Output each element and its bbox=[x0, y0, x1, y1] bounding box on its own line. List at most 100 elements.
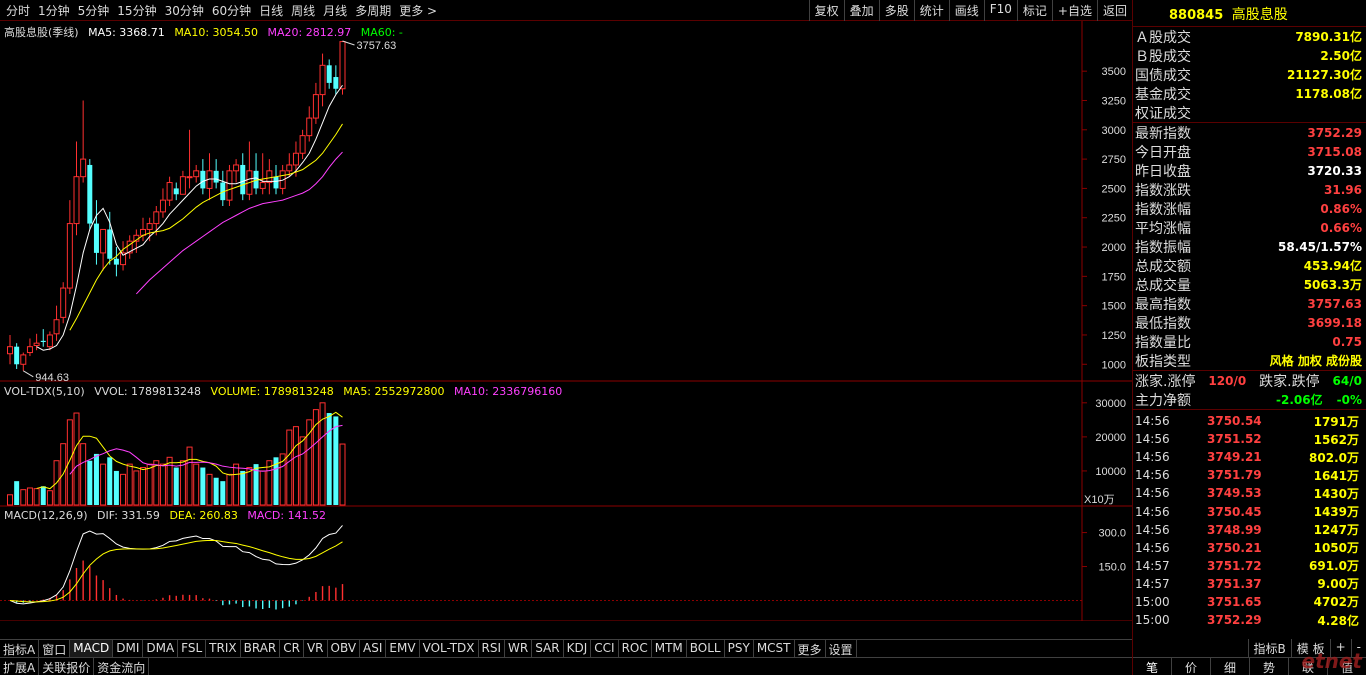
period-tab-1[interactable]: 1分钟 bbox=[34, 2, 74, 19]
indicator-tab-窗口[interactable]: 窗口 bbox=[39, 640, 71, 658]
candle-body bbox=[153, 211, 160, 225]
volume-bar bbox=[126, 463, 133, 506]
chart-area[interactable]: 3500 3250 3000 2750 2500 2250 2000 1750 1500 1250… bbox=[0, 21, 1132, 621]
volume-bar bbox=[166, 456, 173, 506]
tool-7[interactable]: +自选 bbox=[1051, 0, 1097, 21]
period-tab-10[interactable]: 更多 > bbox=[395, 2, 441, 19]
panel-tab-3[interactable]: 势 bbox=[1250, 658, 1289, 675]
period-tab-0[interactable]: 分时 bbox=[2, 2, 34, 19]
tool-5[interactable]: F10 bbox=[983, 0, 1017, 21]
price-tick-label: 2500 bbox=[1102, 183, 1126, 195]
volume-bar bbox=[73, 412, 80, 506]
candle-body bbox=[240, 164, 246, 195]
tool-8[interactable]: 返回 bbox=[1096, 0, 1132, 21]
price-tick-label: 3000 bbox=[1102, 125, 1126, 137]
stat-value: 0.86% bbox=[1320, 201, 1362, 216]
period-tab-3[interactable]: 15分钟 bbox=[113, 2, 160, 19]
volume-bar bbox=[87, 460, 93, 505]
candle-body bbox=[93, 223, 99, 253]
low-label: 944.63 bbox=[35, 372, 69, 384]
indicator-tab-wr[interactable]: WR bbox=[505, 640, 533, 658]
stat-value: 0.66% bbox=[1320, 220, 1362, 235]
tool-3[interactable]: 统计 bbox=[913, 0, 949, 21]
quote-panel: 880845 高股息股 Ａ股成交 7890.31亿 Ｂ股成交 2.50亿 国债成交 211… bbox=[1132, 0, 1366, 675]
tick-time: 14:56 bbox=[1135, 414, 1170, 429]
tick-price: 3749.21 bbox=[1207, 450, 1262, 465]
indicator-tab-cr[interactable]: CR bbox=[280, 640, 304, 658]
candle-body bbox=[73, 176, 80, 225]
tick-volume: 4.28亿 bbox=[1317, 613, 1359, 628]
tick-time: 15:00 bbox=[1135, 613, 1170, 628]
stat-row: 指数涨幅 0.86% bbox=[1133, 199, 1366, 218]
turnover-rows: Ａ股成交 7890.31亿 Ｂ股成交 2.50亿 国债成交 21127.30亿 基金成交 11… bbox=[1133, 27, 1366, 122]
indicator-tab-dmi[interactable]: DMI bbox=[113, 640, 144, 658]
candle-body bbox=[53, 319, 60, 335]
turnover-row: Ｂ股成交 2.50亿 bbox=[1133, 46, 1366, 65]
indicator-tab-mcst[interactable]: MCST bbox=[754, 640, 795, 658]
stat-label: 今日开盘 bbox=[1135, 144, 1191, 161]
volume-bar bbox=[113, 470, 119, 505]
candle-body bbox=[286, 164, 293, 172]
turnover-row: 权证成交 bbox=[1133, 103, 1366, 122]
indicator-tab-cci[interactable]: CCI bbox=[591, 640, 619, 658]
indicator-tab-更多[interactable]: 更多 bbox=[795, 640, 826, 658]
indicator-tab-roc[interactable]: ROC bbox=[619, 640, 652, 658]
candle-body bbox=[333, 77, 339, 89]
stat-value: 5063.3万 bbox=[1303, 278, 1362, 292]
net-flow-pct: -0% bbox=[1336, 393, 1362, 407]
indicator-tab-指标a[interactable]: 指标A bbox=[0, 640, 40, 658]
tool-1[interactable]: 叠加 bbox=[843, 0, 879, 21]
tool-4[interactable]: 画线 bbox=[948, 0, 984, 21]
tick-price: 3750.21 bbox=[1207, 540, 1262, 555]
kline-chart-svg[interactable]: 3500 3250 3000 2750 2500 2250 2000 1750 1500 1250… bbox=[0, 21, 1132, 621]
tool-2[interactable]: 多股 bbox=[878, 0, 914, 21]
indicator-tab-emv[interactable]: EMV bbox=[386, 640, 420, 658]
tick-row: 14:57 3751.72 691.0万 bbox=[1133, 557, 1366, 575]
indicator-tab-macd[interactable]: MACD bbox=[70, 640, 114, 658]
period-tab-7[interactable]: 周线 bbox=[287, 2, 319, 19]
period-tab-6[interactable]: 日线 bbox=[255, 2, 287, 19]
indicator-tab-mtm[interactable]: MTM bbox=[652, 640, 687, 658]
indicator-tab-fsl[interactable]: FSL bbox=[178, 640, 207, 658]
indicator-tab-sar[interactable]: SAR bbox=[532, 640, 564, 658]
volume-bar bbox=[7, 494, 13, 506]
volume-bar bbox=[200, 467, 206, 505]
indicator-tab-psy[interactable]: PSY bbox=[725, 640, 754, 658]
indicator-tab-dma[interactable]: DMA bbox=[143, 640, 179, 658]
indicator-tab-boll[interactable]: BOLL bbox=[687, 640, 725, 658]
indicator-tab-obv[interactable]: OBV bbox=[328, 640, 361, 658]
ma20-legend: MA20: 2812.97 bbox=[267, 26, 352, 39]
period-tab-9[interactable]: 多周期 bbox=[351, 2, 395, 19]
bottom-tab-0[interactable]: 扩展A bbox=[0, 658, 40, 675]
bottom-tab-1[interactable]: 关联报价 bbox=[39, 658, 95, 675]
price-tick-label: 2000 bbox=[1102, 242, 1126, 254]
tick-volume: 1791万 bbox=[1313, 414, 1359, 429]
period-tab-8[interactable]: 月线 bbox=[319, 2, 351, 19]
indicator-tab-vol-tdx[interactable]: VOL-TDX bbox=[420, 640, 479, 658]
indicator-tab-设置[interactable]: 设置 bbox=[826, 640, 857, 658]
indicator-tab-kdj[interactable]: KDJ bbox=[564, 640, 592, 658]
stat-label: 最新指数 bbox=[1135, 125, 1191, 142]
indicator-tab-brar[interactable]: BRAR bbox=[241, 640, 281, 658]
period-tab-4[interactable]: 30分钟 bbox=[161, 2, 208, 19]
indicator-tab-asi[interactable]: ASI bbox=[360, 640, 387, 658]
tick-row: 14:56 3749.21 802.0万 bbox=[1133, 448, 1366, 466]
period-tab-2[interactable]: 5分钟 bbox=[74, 2, 114, 19]
volume-bar bbox=[193, 463, 200, 506]
indicator-tab-vr[interactable]: VR bbox=[304, 640, 328, 658]
panel-tab-2[interactable]: 细 bbox=[1211, 658, 1250, 675]
panel-tab-0[interactable]: 笔 bbox=[1133, 658, 1172, 675]
turnover-label: Ｂ股成交 bbox=[1135, 48, 1191, 65]
ma20-line bbox=[135, 151, 343, 295]
period-tab-5[interactable]: 60分钟 bbox=[208, 2, 255, 19]
tick-price: 3752.29 bbox=[1207, 613, 1262, 628]
tool-0[interactable]: 复权 bbox=[808, 0, 844, 21]
tool-6[interactable]: 标记 bbox=[1016, 0, 1052, 21]
volume-bar bbox=[133, 470, 140, 506]
indicator-tab-trix[interactable]: TRIX bbox=[206, 640, 241, 658]
tick-time: 14:56 bbox=[1135, 450, 1170, 465]
bottom-tab-2[interactable]: 资金流向 bbox=[94, 658, 150, 675]
tick-volume: 4702万 bbox=[1313, 595, 1359, 610]
indicator-tab-rsi[interactable]: RSI bbox=[479, 640, 506, 658]
panel-tab-1[interactable]: 价 bbox=[1172, 658, 1211, 675]
